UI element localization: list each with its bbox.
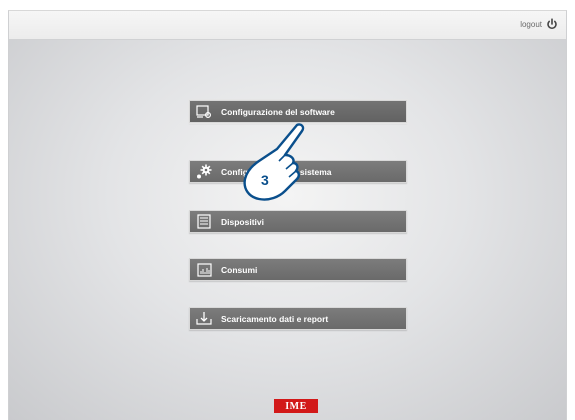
app-window: logout Configurazione del software siste… <box>8 10 567 420</box>
step-number: 3 <box>261 172 269 188</box>
tutorial-hand-pointer: 3 <box>239 121 307 203</box>
menu-item-label: Dispositivi <box>221 216 264 227</box>
menu-item-consumption[interactable]: Consumi <box>189 258 407 281</box>
menu-item-download-reports[interactable]: Scaricamento dati e report <box>189 307 407 330</box>
power-icon <box>547 18 557 30</box>
menu-item-software-config[interactable]: Configurazione del software <box>188 99 408 124</box>
download-tray-icon <box>195 311 213 327</box>
logout-button[interactable]: logout <box>520 18 558 30</box>
top-bar: logout <box>9 11 566 40</box>
menu-item-label: Consumi <box>221 264 258 275</box>
devices-stack-icon <box>195 214 213 230</box>
logout-label: logout <box>520 19 542 29</box>
gears-icon <box>195 164 213 180</box>
ime-logo: IME <box>274 399 318 413</box>
menu-item-label: Configurazione del software <box>221 106 335 117</box>
menu-item-label: Scaricamento dati e report <box>221 313 329 324</box>
menu-item-devices[interactable]: Dispositivi <box>189 210 407 233</box>
monitor-gear-icon <box>195 104 213 120</box>
bar-chart-icon <box>195 262 213 278</box>
